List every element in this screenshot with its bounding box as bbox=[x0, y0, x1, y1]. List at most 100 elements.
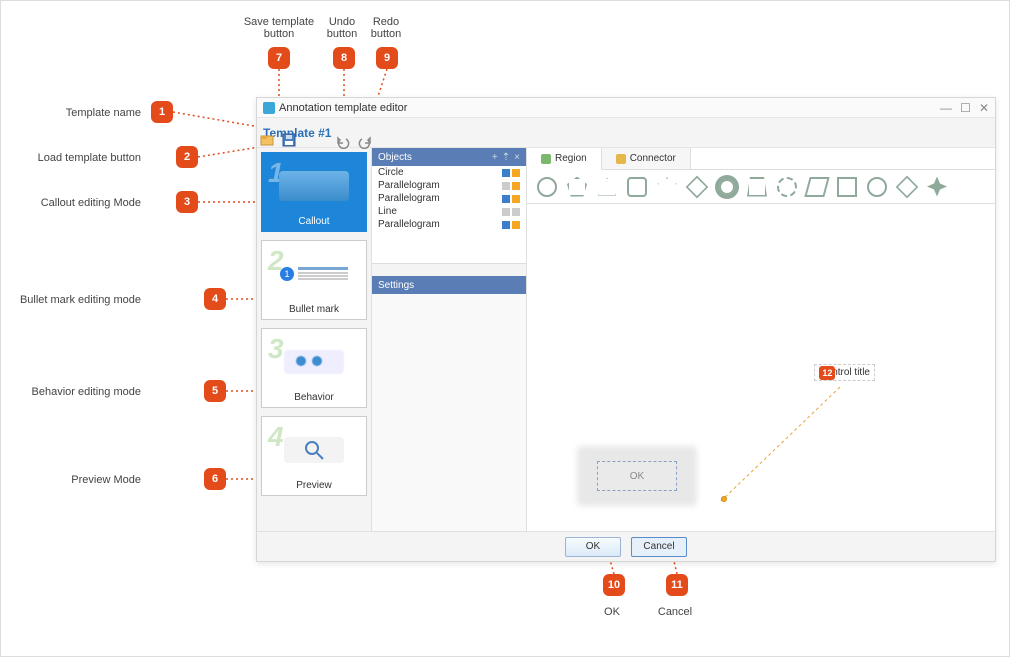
window-controls: — ☐ ✕ bbox=[940, 101, 989, 115]
object-row[interactable]: Parallelogram bbox=[372, 179, 526, 192]
mode-sidebar: 1 Callout 2 1 bbox=[257, 148, 372, 531]
badge-7: 7 bbox=[268, 47, 290, 69]
mode-number: 4 bbox=[268, 421, 284, 453]
minimize-button[interactable]: — bbox=[940, 101, 952, 115]
label-4: Bullet mark editing mode bbox=[11, 294, 141, 306]
save-template-button[interactable] bbox=[281, 132, 297, 148]
shape-tabs: Region Connector bbox=[527, 148, 995, 170]
label-10: OK bbox=[587, 606, 637, 618]
badge-2: 2 bbox=[176, 146, 198, 168]
tab-connector[interactable]: Connector bbox=[602, 148, 691, 169]
badge-5: 5 bbox=[204, 380, 226, 402]
tab-label: Connector bbox=[630, 153, 676, 164]
panels-column: Objects + ⇡ × Circle Parallelogram bbox=[372, 148, 527, 531]
settings-panel-header: Settings bbox=[372, 276, 526, 294]
object-row[interactable]: Parallelogram bbox=[372, 192, 526, 205]
tab-label: Region bbox=[555, 153, 587, 164]
shape-trapezoid[interactable] bbox=[747, 177, 767, 197]
tab-region[interactable]: Region bbox=[527, 148, 602, 170]
settings-panel-body bbox=[372, 294, 526, 531]
preview-ok-button: OK bbox=[597, 461, 677, 491]
cancel-label: Cancel bbox=[643, 541, 674, 552]
shape-star-thin[interactable] bbox=[927, 177, 947, 197]
badge-8: 8 bbox=[333, 47, 355, 69]
ok-label: OK bbox=[586, 541, 600, 552]
annotated-screenshot: Save template button Undo button Redo bu… bbox=[0, 0, 1010, 657]
badge-4: 4 bbox=[204, 288, 226, 310]
redo-button[interactable] bbox=[357, 134, 373, 150]
badge-3: 3 bbox=[176, 191, 198, 213]
dialog-footer: OK Cancel bbox=[257, 531, 995, 561]
mode-number: 3 bbox=[268, 333, 284, 365]
shape-pentagon[interactable] bbox=[567, 177, 587, 197]
mode-bullet-mark[interactable]: 2 1 Bullet mark bbox=[261, 240, 367, 320]
label-3: Callout editing Mode bbox=[31, 197, 141, 209]
badge-6: 6 bbox=[204, 468, 226, 490]
badge-10: 10 bbox=[603, 574, 625, 596]
badge-11: 11 bbox=[666, 574, 688, 596]
close-button[interactable]: ✕ bbox=[979, 101, 989, 115]
shape-triangle[interactable] bbox=[597, 177, 617, 197]
label-2: Load template button bbox=[31, 152, 141, 164]
window-title: Annotation template editor bbox=[279, 102, 407, 114]
canvas-column: Region Connector bbox=[527, 148, 995, 531]
undo-button[interactable] bbox=[335, 134, 351, 150]
label-6: Preview Mode bbox=[41, 474, 141, 486]
object-row[interactable]: Circle bbox=[372, 166, 526, 179]
panel-pin-icon[interactable]: ⇡ bbox=[502, 152, 510, 163]
toolbar: Template #1 bbox=[257, 118, 995, 148]
shape-parallelogram[interactable] bbox=[804, 177, 829, 197]
panel-close-icon[interactable]: × bbox=[514, 152, 520, 163]
mode-label: Behavior bbox=[294, 392, 333, 403]
object-name: Parallelogram bbox=[378, 219, 440, 230]
object-name: Circle bbox=[378, 167, 404, 178]
shape-star5[interactable] bbox=[657, 177, 677, 197]
label-7: Save template button bbox=[229, 16, 329, 40]
label-5: Behavior editing mode bbox=[21, 386, 141, 398]
canvas-control-title[interactable]: 12 Control title bbox=[814, 364, 875, 381]
shape-rounded-rect[interactable] bbox=[627, 177, 647, 197]
shape-circle[interactable] bbox=[537, 177, 557, 197]
load-template-button[interactable] bbox=[259, 132, 275, 148]
object-name: Parallelogram bbox=[378, 180, 440, 191]
label-8: Undo button bbox=[317, 16, 367, 40]
objects-panel-header: Objects + ⇡ × bbox=[372, 148, 526, 166]
objects-title: Objects bbox=[378, 152, 412, 163]
object-name: Parallelogram bbox=[378, 193, 440, 204]
panel-controls: + ⇡ × bbox=[492, 152, 520, 163]
mode-label: Callout bbox=[298, 216, 329, 227]
settings-title: Settings bbox=[378, 280, 414, 291]
label-9: Redo button bbox=[361, 16, 411, 40]
mode-label: Preview bbox=[296, 480, 332, 491]
region-icon bbox=[541, 154, 551, 164]
mode-number: 2 bbox=[268, 245, 284, 277]
badge-12: 12 bbox=[819, 366, 835, 380]
label-11: Cancel bbox=[650, 606, 700, 618]
annotation-template-editor-window: Annotation template editor — ☐ ✕ Templat… bbox=[256, 97, 996, 562]
shape-gear[interactable] bbox=[777, 177, 797, 197]
label-1: Template name bbox=[31, 107, 141, 119]
objects-list: Circle Parallelogram Parallelogram Line bbox=[372, 166, 526, 264]
shape-capsule[interactable] bbox=[867, 177, 887, 197]
object-row[interactable]: Parallelogram bbox=[372, 218, 526, 231]
titlebar: Annotation template editor — ☐ ✕ bbox=[257, 98, 995, 118]
object-row[interactable]: Line bbox=[372, 205, 526, 218]
shape-rect[interactable] bbox=[837, 177, 857, 197]
panel-add-icon[interactable]: + bbox=[492, 152, 498, 163]
ok-button[interactable]: OK bbox=[565, 537, 621, 557]
mode-preview[interactable]: 4 Preview bbox=[261, 416, 367, 496]
design-canvas[interactable]: 12 Control title OK bbox=[527, 204, 995, 531]
mode-label: Bullet mark bbox=[289, 304, 339, 315]
shape-sun[interactable] bbox=[717, 177, 737, 197]
workspace: 1 Callout 2 1 bbox=[257, 148, 995, 531]
mode-callout[interactable]: 1 Callout bbox=[261, 152, 367, 232]
badge-9: 9 bbox=[376, 47, 398, 69]
object-name: Line bbox=[378, 206, 397, 217]
cancel-button[interactable]: Cancel bbox=[631, 537, 687, 557]
shape-star4[interactable] bbox=[686, 175, 709, 198]
mode-behavior[interactable]: 3 Behavior bbox=[261, 328, 367, 408]
shape-diamond[interactable] bbox=[896, 175, 919, 198]
connector-icon bbox=[616, 154, 626, 164]
app-icon bbox=[263, 102, 275, 114]
maximize-button[interactable]: ☐ bbox=[960, 101, 971, 115]
